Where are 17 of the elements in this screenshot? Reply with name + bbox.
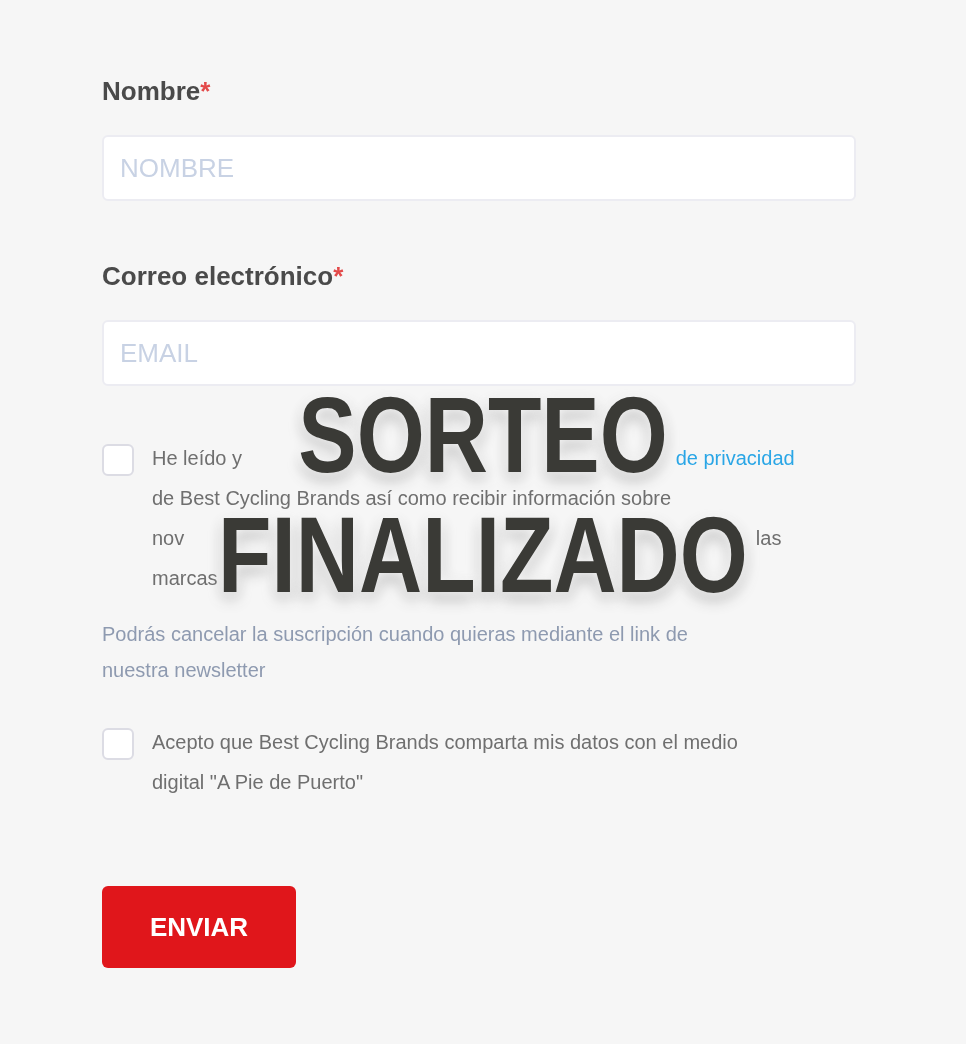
checkbox[interactable] <box>102 444 134 476</box>
policy-link[interactable]: de privacidad <box>675 438 795 478</box>
consent-text: Acepto que Best Cycling Brands comparta mis datos con el medio <box>152 730 738 755</box>
field-label: Nombre* <box>102 75 211 108</box>
consent-text: He leído y <box>152 446 243 471</box>
note-text: Podrás cancelar la suscripción cuando quieras mediante el link de <box>102 622 689 647</box>
consent-text: las <box>755 526 782 551</box>
consent-text: nov <box>152 526 185 551</box>
checkbox[interactable] <box>102 728 134 760</box>
consent-text: de Best Cycling Brands así como recibir información sobre <box>152 486 672 511</box>
note-text: nuestra newsletter <box>102 658 267 683</box>
consent-text: digital "A Pie de Puerto" <box>152 770 363 795</box>
banner-text: FINALIZADO <box>218 513 748 598</box>
banner-text: SORTEO <box>298 393 668 478</box>
submit-button[interactable]: ENVIAR <box>102 886 296 968</box>
consent-text: marcas <box>152 566 218 591</box>
field-label: Correo electrónico* <box>102 260 344 293</box>
